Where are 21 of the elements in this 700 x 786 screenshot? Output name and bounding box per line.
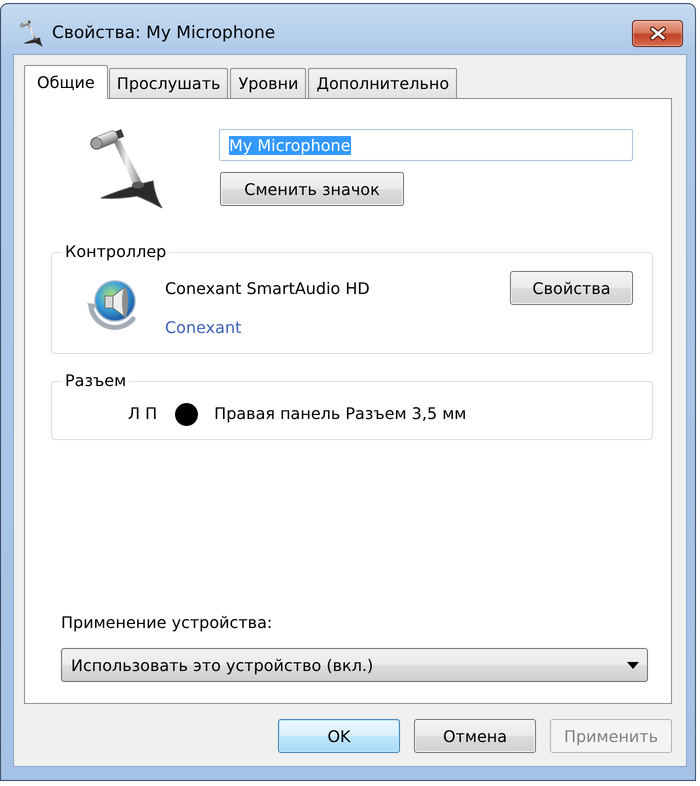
tab[interactable]: Дополнительно [308,68,458,98]
vendor-link[interactable]: Conexant [165,318,242,338]
tab[interactable]: Уровни [230,68,306,98]
close-icon [648,26,666,40]
microphone-icon [87,128,163,209]
device-usage-dropdown[interactable]: Использовать это устройство (вкл.) [61,648,648,682]
tab[interactable]: Общие [24,65,108,99]
microphone-icon [19,20,43,46]
device-usage-label: Применение устройства: [61,613,272,633]
controller-name: Conexant SmartAudio HD [165,279,370,299]
channel-labels: Л П [128,404,158,424]
tab[interactable]: Прослушать [108,68,228,98]
window-title: Свойства: My Microphone [52,23,276,43]
cancel-button[interactable]: Отмена [414,719,536,753]
caret-icon [627,662,639,668]
jack-description: Правая панель Разъем 3,5 мм [214,404,466,424]
group-title: Контроллер [62,242,170,262]
change-icon-button[interactable]: Сменить значок [220,172,404,206]
properties-button[interactable]: Свойства [510,271,633,305]
ok-button[interactable]: OK [278,719,400,753]
close-button[interactable] [632,20,683,46]
